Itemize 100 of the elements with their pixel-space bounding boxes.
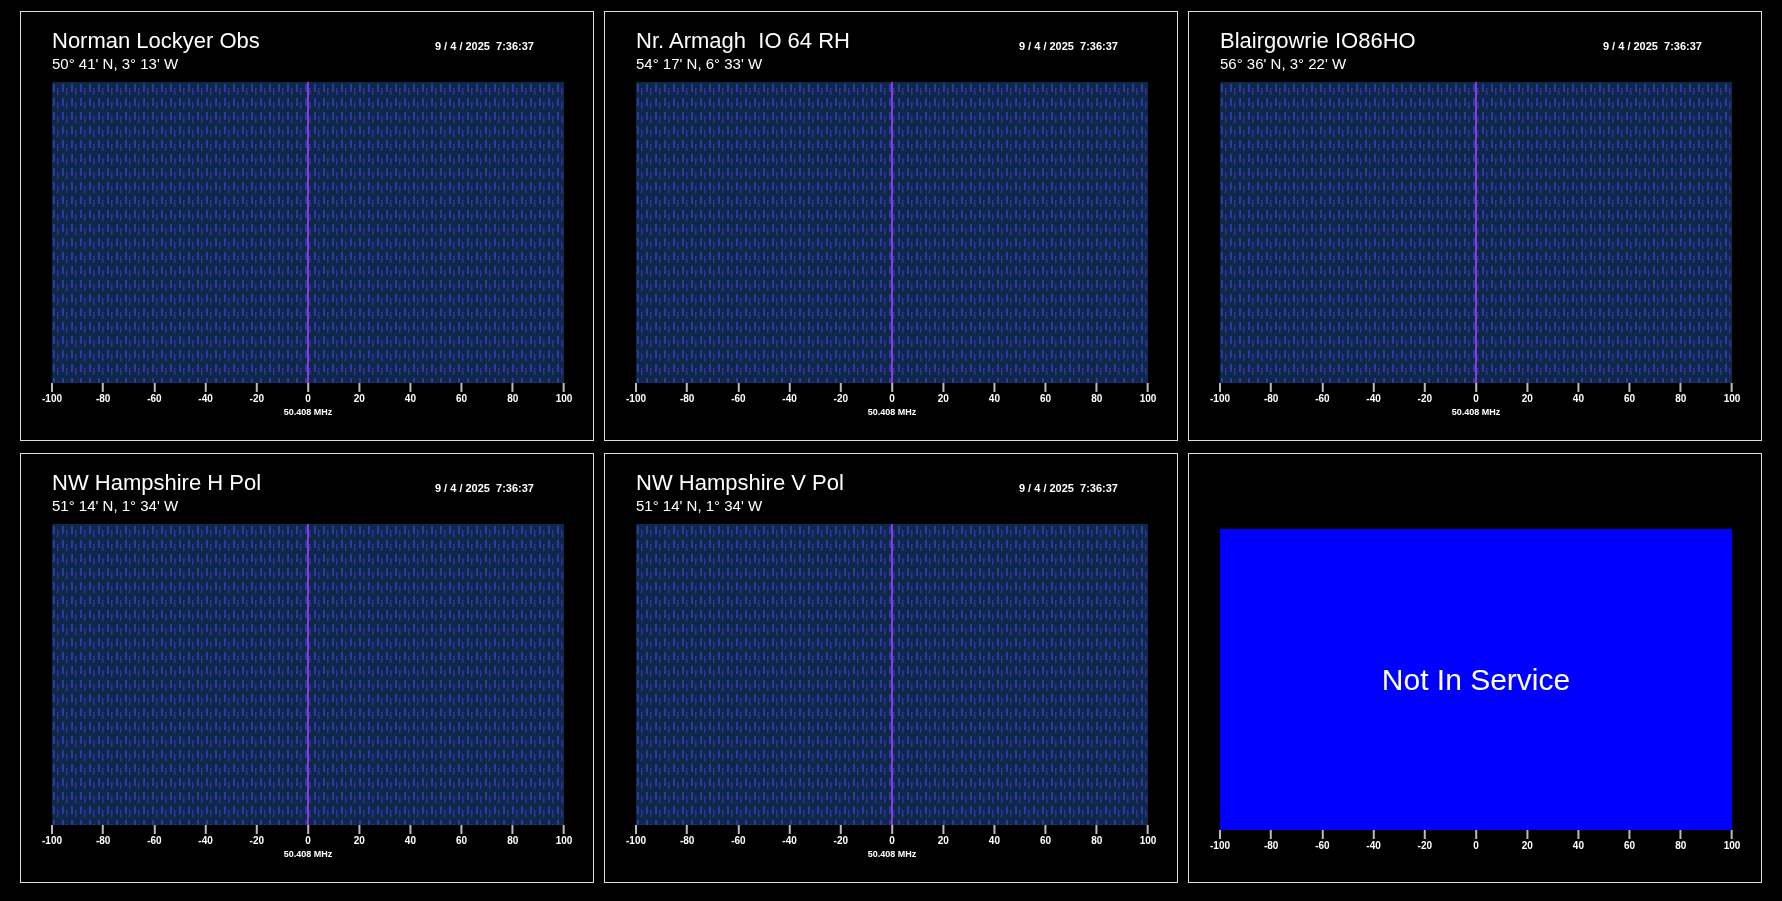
axis-tick: [1147, 383, 1149, 392]
axis-tick: [1577, 830, 1580, 839]
axis-tick: [1731, 383, 1733, 392]
axis-tick: [1044, 383, 1047, 392]
station-title: Nr. Armagh IO 64 RH: [636, 28, 851, 54]
axis-tick-label: 40: [404, 834, 416, 847]
axis-tick-label: -40: [1366, 392, 1381, 405]
axis-tick-label: 100: [1139, 392, 1157, 405]
axis-tick: [1372, 830, 1375, 839]
axis-tick: [204, 383, 207, 392]
axis-tick-label: 100: [1139, 834, 1157, 847]
axis-tick-label: 60: [456, 834, 468, 847]
axis-tick-label: -20: [1417, 839, 1432, 852]
station-location: 56° 36' N, 3° 22' W: [1220, 54, 1348, 74]
axis-tick: [153, 825, 156, 834]
axis-tick-label: 100: [555, 392, 573, 405]
timestamp: 9 / 4 / 2025 7:36:37: [434, 39, 534, 54]
axis-tick-label: -60: [731, 392, 746, 405]
axis-tick-label: -80: [679, 392, 695, 405]
axis-tick-label: -60: [1315, 839, 1330, 852]
axis-tick-label: -40: [1366, 839, 1381, 852]
axis-tick: [563, 825, 565, 834]
axis-tick: [686, 383, 689, 392]
axis-tick: [788, 825, 791, 834]
axis-tick-label: 100: [1723, 392, 1741, 405]
station-title: Blairgowrie IO86HO: [1220, 28, 1417, 54]
axis-tick-label: 40: [988, 834, 1000, 847]
timestamp: 9 / 4 / 2025 7:36:37: [1018, 481, 1118, 496]
axis-tick-label: 40: [1572, 839, 1584, 852]
axis-tick: [686, 825, 689, 834]
axis-tick-label: -20: [249, 834, 264, 847]
axis-tick: [788, 383, 791, 392]
axis-tick-label: -100: [626, 392, 646, 405]
axis-tick-label: -80: [1263, 392, 1279, 405]
axis-tick: [1321, 383, 1324, 392]
axis-tick-label: -60: [1315, 392, 1330, 405]
axis-tick-label: -80: [95, 834, 111, 847]
axis-tick: [460, 825, 463, 834]
axis-tick-label: 20: [937, 392, 949, 405]
station-location: 51° 14' N, 1° 34' W: [636, 496, 764, 516]
axis-tick-label: -80: [95, 392, 111, 405]
axis-tick-label: 80: [507, 834, 519, 847]
station-location: 50° 41' N, 3° 13' W: [52, 54, 180, 74]
status-message: Not In Service: [1381, 662, 1571, 698]
axis-tick: [1219, 383, 1221, 392]
axis-tick-label: 100: [555, 834, 573, 847]
axis-tick: [460, 383, 463, 392]
axis-tick-label: 80: [1091, 834, 1103, 847]
axis-tick-label: -100: [1210, 839, 1230, 852]
axis-tick: [1423, 383, 1426, 392]
axis-tick: [839, 825, 842, 834]
axis-tick: [1423, 830, 1426, 839]
axis-tick: [1147, 825, 1149, 834]
axis-tick-label: 60: [1624, 392, 1636, 405]
axis-tick: [358, 383, 361, 392]
axis-tick: [1731, 830, 1733, 839]
axis-tick-label: 40: [988, 392, 1000, 405]
axis-tick: [635, 383, 637, 392]
axis-tick-label: 80: [1091, 392, 1103, 405]
axis-tick: [409, 383, 412, 392]
timestamp: 9 / 4 / 2025 7:36:37: [434, 481, 534, 496]
axis-tick: [891, 825, 893, 834]
axis-tick: [1044, 825, 1047, 834]
axis-tick: [51, 825, 53, 834]
axis-tick: [942, 383, 945, 392]
axis-tick: [409, 825, 412, 834]
axis-tick-label: -100: [42, 392, 62, 405]
axis-tick-label: -20: [833, 834, 848, 847]
axis-tick-label: 0: [305, 392, 311, 405]
axis-tick: [255, 383, 258, 392]
axis-tick: [358, 825, 361, 834]
axis-tick-label: -60: [147, 392, 162, 405]
axis-tick-label: -80: [679, 834, 695, 847]
axis-tick-label: 40: [1572, 392, 1584, 405]
axis-tick-label: -100: [626, 834, 646, 847]
axis-tick: [737, 825, 740, 834]
axis-tick-label: 80: [507, 392, 519, 405]
axis-tick-label: -60: [731, 834, 746, 847]
axis-tick-label: -80: [1263, 839, 1279, 852]
axis-tick-label: -40: [198, 834, 213, 847]
axis-tick-label: 0: [1473, 392, 1479, 405]
axis-tick: [1270, 383, 1273, 392]
axis-tick-label: 60: [1624, 839, 1636, 852]
axis-tick: [993, 825, 996, 834]
station-location: 54° 17' N, 6° 33' W: [636, 54, 764, 74]
axis-tick-label: -60: [147, 834, 162, 847]
axis-label: 50.408 MHz: [867, 849, 917, 860]
timestamp: 9 / 4 / 2025 7:36:37: [1602, 39, 1702, 54]
axis-tick: [839, 383, 842, 392]
axis-tick: [1095, 383, 1098, 392]
axis-tick-label: 80: [1675, 839, 1687, 852]
axis-tick: [1372, 383, 1375, 392]
axis-tick: [1219, 830, 1221, 839]
axis-label: 50.408 MHz: [283, 407, 333, 418]
axis-tick: [511, 825, 514, 834]
axis-tick: [635, 825, 637, 834]
axis-label: 50.408 MHz: [867, 407, 917, 418]
axis-tick-label: -20: [249, 392, 264, 405]
axis-tick: [255, 825, 258, 834]
axis-tick-label: 20: [353, 834, 365, 847]
